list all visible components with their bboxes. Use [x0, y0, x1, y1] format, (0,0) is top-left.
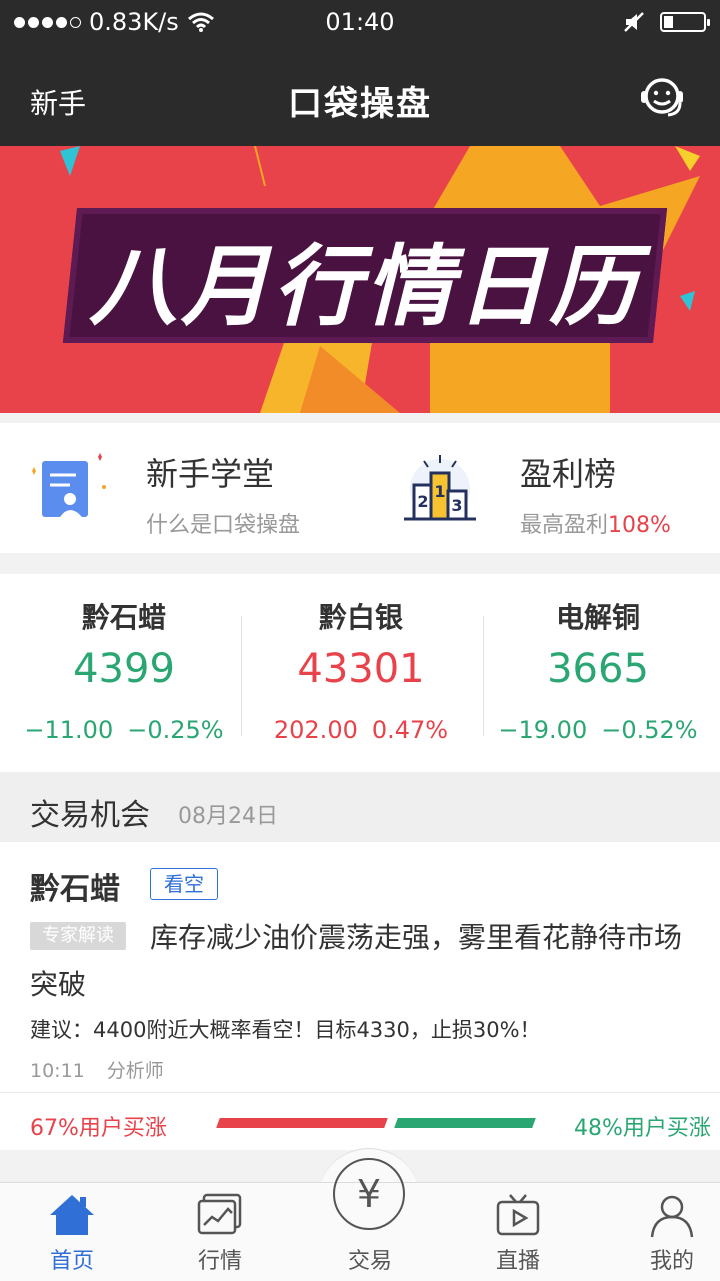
tab-label: 直播: [495, 1249, 540, 1274]
advice-text: 建议：4400附近大概率看空！目标4330，止损30%！: [30, 1018, 541, 1042]
market-change: −19.00 −0.52%: [498, 716, 698, 744]
tab-live[interactable]: 直播: [446, 1183, 590, 1281]
author-label: 分析师: [106, 1060, 164, 1082]
profit-ranking-title: 盈利榜: [520, 455, 617, 493]
post-time: 10:11: [30, 1060, 85, 1082]
section-date: 08月24日: [178, 804, 278, 829]
market-price: 3665: [547, 646, 649, 692]
newbie-school-entry[interactable]: 新手学堂 什么是口袋操盘: [0, 423, 360, 553]
battery-icon: [660, 12, 710, 32]
svg-text:3: 3: [451, 496, 462, 515]
svg-text:1: 1: [434, 482, 445, 501]
status-right: [622, 10, 710, 34]
tab-profile[interactable]: 我的: [600, 1183, 720, 1281]
banner-title: 八月行情日历: [88, 234, 641, 338]
tab-home[interactable]: 首页: [0, 1183, 144, 1281]
chart-icon: [197, 1193, 242, 1235]
newbie-school-title: 新手学堂: [146, 455, 275, 493]
status-time: 01:40: [325, 8, 395, 36]
section-title: 交易机会: [30, 798, 150, 833]
user-icon: [650, 1195, 694, 1238]
market-change: 202.00 0.47%: [273, 716, 449, 744]
home-icon: [50, 1195, 94, 1235]
quick-entries: 新手学堂 什么是口袋操盘 2 1 3 盈利榜 最高盈利108%: [0, 423, 720, 553]
market-name: 黔白银: [318, 601, 403, 634]
tab-label: 交易: [347, 1249, 392, 1274]
bull-vote-label: 67%用户买涨: [30, 1116, 167, 1141]
other-vote-label: 48%用户买涨: [574, 1116, 711, 1141]
nav-bar: 新手 口袋操盘: [0, 44, 720, 146]
svg-text:2: 2: [417, 492, 428, 511]
yuan-icon[interactable]: ¥: [333, 1158, 405, 1230]
bear-vote-bar: [394, 1118, 536, 1128]
bull-vote-bar: [216, 1118, 388, 1128]
divider: [0, 1092, 720, 1093]
tv-icon: [496, 1194, 540, 1236]
market-item-silver[interactable]: 黔白银 43301 202.00 0.47%: [241, 574, 481, 772]
market-item-paraffin[interactable]: 黔石蜡 4399 −11.00 −0.25%: [4, 574, 244, 772]
market-item-copper[interactable]: 电解铜 3665 −19.00 −0.52%: [478, 574, 718, 772]
direction-badge: 看空: [150, 868, 218, 900]
card-meta: 10:11 分析师: [30, 1056, 164, 1083]
newbie-school-icon: [32, 453, 106, 517]
newbie-school-subtitle: 什么是口袋操盘: [146, 513, 301, 538]
tab-label: 我的: [649, 1249, 694, 1274]
tab-market[interactable]: 行情: [148, 1183, 292, 1281]
market-overview: 黔石蜡 4399 −11.00 −0.25% 黔白银 43301 202.00 0.…: [0, 574, 720, 772]
podium-icon: 2 1 3: [404, 455, 476, 521]
profit-ranking-entry[interactable]: 2 1 3 盈利榜 最高盈利108%: [360, 423, 720, 553]
market-price: 4399: [73, 646, 175, 692]
tab-label: 行情: [197, 1249, 242, 1274]
market-change: −11.00 −0.25%: [24, 716, 224, 744]
trading-opportunity-header: 交易机会 08月24日: [0, 772, 720, 842]
opportunity-card[interactable]: 黔石蜡 看空 库存减少油价震荡走强，雾里看花静待市场突破 专家解读 建议：440…: [0, 842, 720, 1150]
promo-banner[interactable]: 八月行情日历: [0, 146, 720, 413]
expert-tag: 专家解读: [30, 922, 126, 950]
market-name: 黔石蜡: [81, 601, 166, 634]
status-bar: 0.83K/s 01:40: [0, 0, 720, 44]
market-name: 电解铜: [555, 601, 640, 634]
tab-label: 首页: [49, 1249, 94, 1274]
profit-ranking-subtitle: 最高盈利108%: [520, 513, 671, 538]
customer-service-button[interactable]: [638, 74, 688, 124]
product-name: 黔石蜡: [30, 872, 120, 907]
mute-icon: [624, 12, 644, 32]
market-price: 43301: [297, 646, 425, 692]
customer-service-icon: [641, 78, 683, 117]
page-title: 口袋操盘: [288, 84, 432, 124]
opportunity-headline: 库存减少油价震荡走强，雾里看花静待市场突破: [30, 921, 683, 1001]
